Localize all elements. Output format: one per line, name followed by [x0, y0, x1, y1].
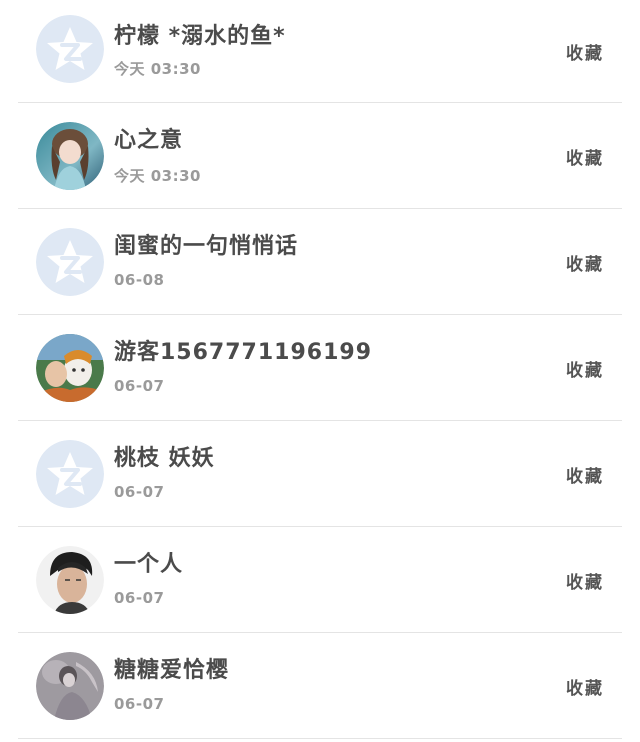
- list-item[interactable]: 一个人 06-07 收藏: [18, 527, 622, 633]
- message-time: 06-07: [114, 695, 165, 713]
- user-name: 柠檬 *溺水的鱼*: [114, 24, 286, 49]
- list-item[interactable]: 游客1567771196199 06-07 收藏: [18, 315, 622, 421]
- favorite-button[interactable]: 收藏: [566, 39, 604, 64]
- list-item[interactable]: 心之意 今天 03:30 收藏: [18, 103, 622, 209]
- user-name: 桃枝 妖妖: [114, 446, 215, 471]
- message-time: 06-07: [114, 589, 165, 607]
- user-name: 闺蜜的一句悄悄话: [114, 234, 299, 259]
- favorite-button[interactable]: 收藏: [566, 462, 604, 487]
- default-avatar-icon[interactable]: [36, 15, 104, 83]
- avatar[interactable]: [36, 333, 104, 402]
- list-item[interactable]: 糖糖爱恰樱 06-07 收藏: [18, 633, 622, 739]
- user-name: 糖糖爱恰樱: [114, 658, 230, 683]
- message-list: 柠檬 *溺水的鱼* 今天 03:30 收藏 心之意 今天 03:30 收藏 闺蜜…: [18, 0, 622, 739]
- list-item[interactable]: 柠檬 *溺水的鱼* 今天 03:30 收藏: [18, 0, 622, 103]
- list-item[interactable]: 闺蜜的一句悄悄话 06-08 收藏: [18, 209, 622, 315]
- favorite-button[interactable]: 收藏: [566, 356, 604, 381]
- default-avatar-icon[interactable]: [36, 228, 104, 296]
- favorite-button[interactable]: 收藏: [566, 674, 604, 699]
- avatar[interactable]: [36, 545, 104, 614]
- user-name: 游客1567771196199: [114, 340, 372, 365]
- message-time: 06-07: [114, 483, 165, 501]
- message-time: 今天 03:30: [114, 167, 201, 185]
- favorite-button[interactable]: 收藏: [566, 568, 604, 593]
- favorite-button[interactable]: 收藏: [566, 250, 604, 275]
- avatar[interactable]: [36, 121, 104, 190]
- user-name: 一个人: [114, 552, 184, 577]
- message-time: 06-07: [114, 377, 165, 395]
- default-avatar-icon[interactable]: [36, 440, 104, 508]
- favorite-button[interactable]: 收藏: [566, 144, 604, 169]
- avatar[interactable]: [36, 651, 104, 720]
- message-time: 06-08: [114, 271, 165, 289]
- user-name: 心之意: [114, 128, 184, 153]
- message-time: 今天 03:30: [114, 60, 201, 78]
- list-item[interactable]: 桃枝 妖妖 06-07 收藏: [18, 421, 622, 527]
